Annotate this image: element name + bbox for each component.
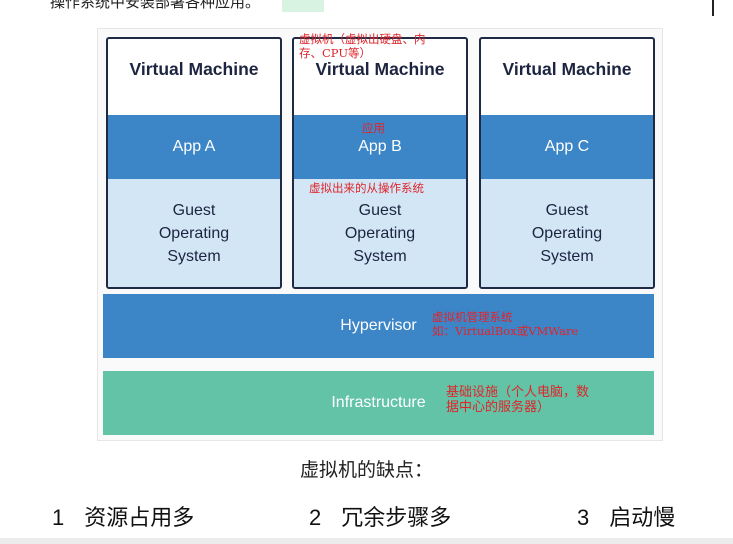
annotation-guest-os: 虚拟出来的从操作系统	[309, 181, 424, 195]
drawback-text: 资源占用多	[84, 506, 195, 531]
drawback-number: 3	[577, 505, 590, 530]
drawback-item-2: 2 冗余步骤多	[309, 500, 451, 532]
vm-box-c: Virtual Machine App C Guest Operating Sy…	[479, 37, 655, 289]
text-cursor	[712, 0, 714, 16]
vm-title: Virtual Machine	[502, 59, 632, 79]
drawback-item-1: 1 资源占用多	[52, 500, 194, 532]
drawback-text: 启动慢	[609, 506, 676, 531]
drawback-item-3: 3 启动慢	[577, 500, 675, 532]
app-layer: App C	[481, 115, 653, 179]
top-text-line: 操作系统中安装部署各种应用。	[50, 0, 261, 11]
vm-title: Virtual Machine	[315, 59, 445, 79]
annotation-hypervisor: 虚拟机管理系统 如：VirtualBox或VMWare	[432, 310, 579, 338]
bottom-strip	[0, 538, 733, 544]
app-layer: App A	[108, 115, 280, 179]
guest-os-layer: Guest Operating System	[108, 179, 280, 287]
guest-os-layer: Guest Operating System	[294, 179, 466, 287]
vm-box-a: Virtual Machine App A Guest Operating Sy…	[106, 37, 282, 289]
vm-architecture-figure: Virtual Machine App A Guest Operating Sy…	[97, 28, 663, 441]
annotation-infrastructure: 基础设施（个人电脑，数 据中心的服务器）	[446, 385, 590, 415]
annotation-app: 应用	[362, 121, 385, 135]
text-highlight	[282, 0, 324, 12]
drawbacks-caption: 虚拟机的缺点：	[299, 459, 433, 481]
drawback-text: 冗余步骤多	[341, 506, 452, 531]
guest-os-layer: Guest Operating System	[481, 179, 653, 287]
vm-box-b: Virtual Machine App B Guest Operating Sy…	[292, 37, 468, 289]
vm-title: Virtual Machine	[129, 59, 259, 79]
annotation-vm: 虚拟机（虚拟出硬盘、内 存、CPU等）	[299, 32, 426, 60]
drawback-number: 1	[52, 505, 65, 530]
drawback-number: 2	[309, 505, 322, 530]
